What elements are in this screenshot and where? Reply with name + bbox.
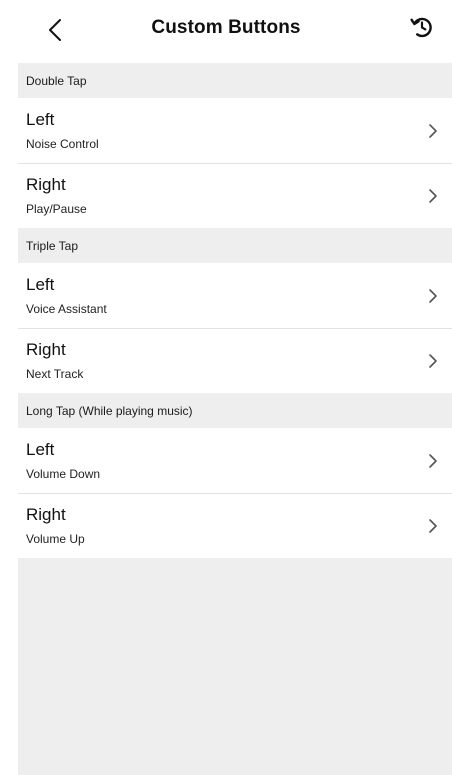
double-tap-right-row[interactable]: Right Play/Pause bbox=[18, 163, 452, 228]
page-title: Custom Buttons bbox=[151, 17, 301, 38]
section-header-double-tap: Double Tap bbox=[18, 63, 452, 98]
double-tap-left-row[interactable]: Left Noise Control bbox=[18, 98, 452, 163]
chevron-right-icon bbox=[429, 124, 437, 138]
row-title: Left bbox=[26, 440, 55, 459]
chevron-right-icon bbox=[429, 454, 437, 468]
chevron-right-icon bbox=[429, 354, 437, 368]
row-title: Left bbox=[26, 275, 55, 294]
row-title: Right bbox=[26, 175, 66, 194]
triple-tap-left-row[interactable]: Left Voice Assistant bbox=[18, 263, 452, 328]
navigation-bar: Custom Buttons bbox=[0, 0, 452, 58]
reset-icon bbox=[410, 17, 432, 38]
chevron-right-icon bbox=[429, 289, 437, 303]
row-value: Volume Down bbox=[26, 467, 101, 481]
section-header-triple-tap: Triple Tap bbox=[18, 228, 452, 263]
settings-list: Double Tap Left Noise Control Right Play… bbox=[18, 63, 452, 775]
long-tap-right-row[interactable]: Right Volume Up bbox=[18, 493, 452, 558]
long-tap-left-row[interactable]: Left Volume Down bbox=[18, 428, 452, 493]
chevron-right-icon bbox=[429, 519, 437, 533]
reset-button[interactable] bbox=[402, 10, 442, 44]
triple-tap-right-row[interactable]: Right Next Track bbox=[18, 328, 452, 393]
row-title: Right bbox=[26, 340, 66, 359]
section-header-long-tap: Long Tap (While playing music) bbox=[18, 393, 452, 428]
screen: Custom Buttons Double Tap Left Noise Con… bbox=[0, 0, 452, 775]
back-button[interactable] bbox=[38, 13, 72, 47]
row-title: Left bbox=[26, 110, 55, 129]
row-value: Volume Up bbox=[26, 532, 85, 546]
row-value: Play/Pause bbox=[26, 202, 87, 216]
chevron-left-icon bbox=[49, 19, 61, 41]
row-value: Noise Control bbox=[26, 137, 99, 151]
row-title: Right bbox=[26, 505, 66, 524]
row-value: Voice Assistant bbox=[26, 302, 107, 316]
row-value: Next Track bbox=[26, 367, 84, 381]
chevron-right-icon bbox=[429, 189, 437, 203]
